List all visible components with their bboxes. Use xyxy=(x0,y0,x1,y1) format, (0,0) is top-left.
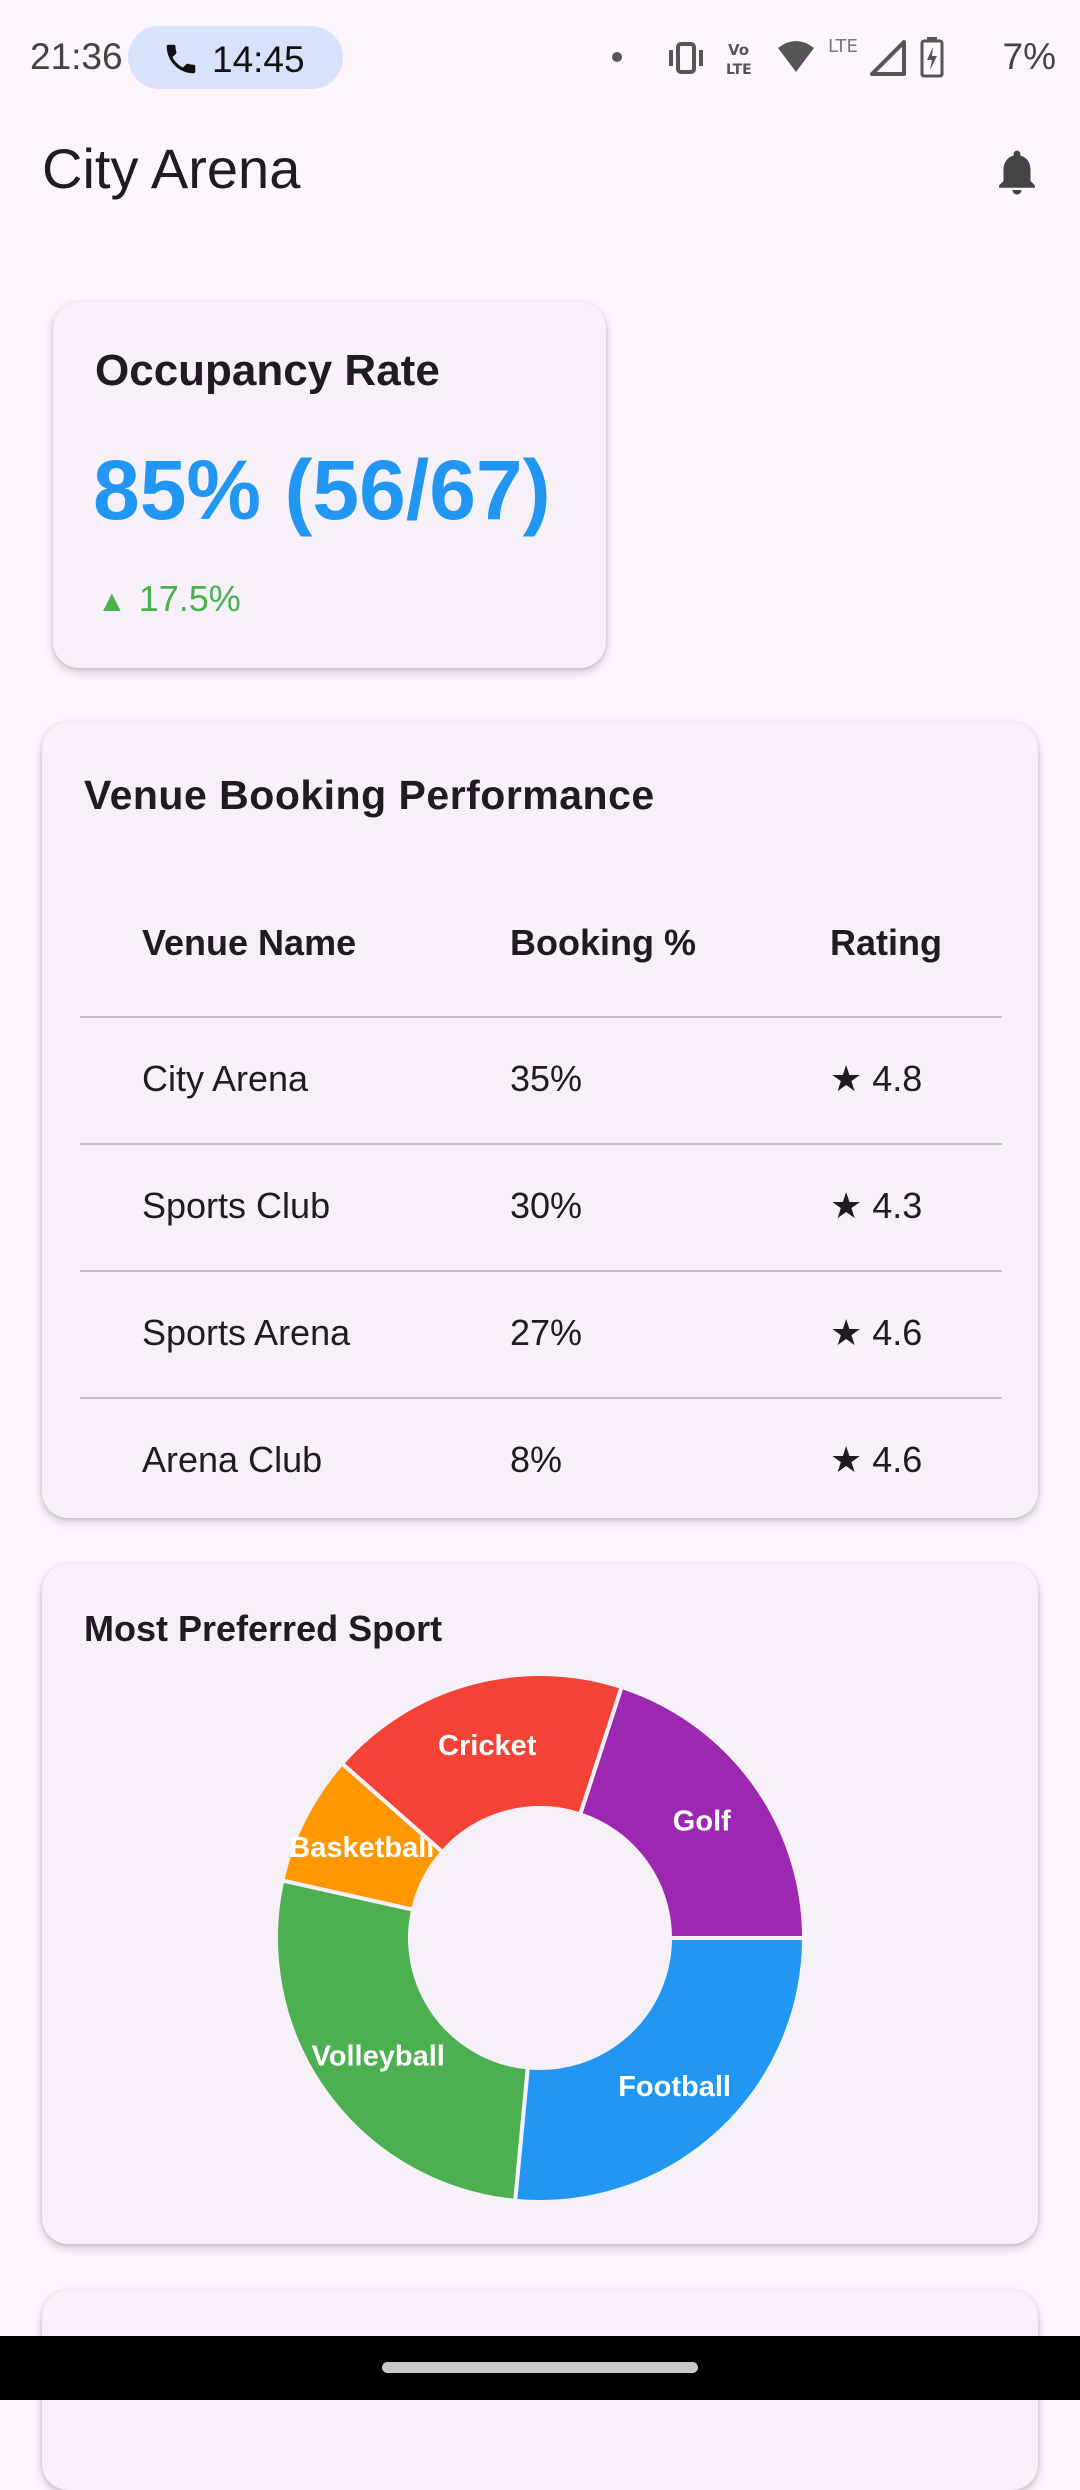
venue-name-cell: Sports Arena xyxy=(142,1312,351,1353)
rating-cell: ★ 4.3 xyxy=(830,1185,923,1226)
rating-cell: ★ 4.6 xyxy=(830,1312,923,1353)
svg-text:Vo: Vo xyxy=(728,41,749,59)
phone-icon xyxy=(166,44,196,74)
svg-text:LTE: LTE xyxy=(726,62,752,78)
notifications-button[interactable] xyxy=(990,144,1044,205)
status-bar: 21:36 14:45 Vo LTE LTE 7% xyxy=(0,0,1080,116)
slice-label-volleyball: Volleyball xyxy=(312,2041,445,2073)
trend-up-icon: ▲ xyxy=(97,585,127,618)
table-row: City Arena 35% ★ 4.8 xyxy=(80,1018,1002,1145)
bell-icon xyxy=(999,150,1035,195)
call-duration: 14:45 xyxy=(212,39,305,80)
lte-icon: LTE xyxy=(828,36,858,57)
ongoing-call-chip[interactable]: 14:45 xyxy=(128,26,343,89)
slice-label-golf: Golf xyxy=(673,1805,731,1837)
occupancy-value: 85% (56/67) xyxy=(93,443,551,537)
table-row: Arena Club 8% ★ 4.6 xyxy=(80,1399,1002,1524)
wifi-icon xyxy=(778,41,814,72)
rating-cell: ★ 4.6 xyxy=(830,1439,923,1480)
signal-icon xyxy=(870,40,906,76)
rating-cell: ★ 4.8 xyxy=(830,1058,923,1099)
occupancy-title: Occupancy Rate xyxy=(95,346,440,395)
booking-cell: 27% xyxy=(510,1312,583,1353)
booking-cell: 30% xyxy=(510,1185,583,1226)
table-header: Venue Name Booking % Rating xyxy=(80,872,1002,1018)
column-header-venue-name: Venue Name xyxy=(142,922,357,963)
notification-dot-icon xyxy=(612,52,622,62)
slice-label-football: Football xyxy=(618,2071,731,2103)
column-header-booking: Booking % xyxy=(510,922,696,963)
occupancy-trend: ▲ 17.5% xyxy=(97,578,241,620)
venue-performance-title: Venue Booking Performance xyxy=(84,772,655,818)
occupancy-card: Occupancy Rate 85% (56/67) ▲ 17.5% xyxy=(53,302,606,668)
battery-charging-icon xyxy=(920,37,944,78)
preferred-sport-card: Most Preferred Sport Golf Football Volleyb… xyxy=(42,1564,1038,2244)
table-row: Sports Arena 27% ★ 4.6 xyxy=(80,1272,1002,1399)
status-icons: Vo LTE LTE 7% xyxy=(612,28,1056,88)
slice-label-basketball: Basketball xyxy=(289,1832,434,1864)
table-row: Sports Club 30% ★ 4.3 xyxy=(80,1145,1002,1272)
preferred-sport-donut-chart: Golf Football Volleyball Basketball Cricket xyxy=(274,1672,807,2204)
status-time: 21:36 xyxy=(30,36,123,77)
battery-percent: 7% xyxy=(1002,36,1056,77)
occupancy-trend-value: 17.5% xyxy=(138,578,241,619)
volte-icon: Vo LTE xyxy=(726,41,752,78)
venue-name-cell: City Arena xyxy=(142,1058,309,1099)
venue-name-cell: Arena Club xyxy=(142,1439,323,1480)
svg-text:LTE: LTE xyxy=(828,36,858,57)
venue-table: Venue Name Booking % Rating City Arena 3… xyxy=(80,872,1002,1524)
venue-name-cell: Sports Club xyxy=(142,1185,331,1226)
app-title: City Arena xyxy=(42,137,301,200)
navigation-bar xyxy=(0,2336,1080,2400)
vibrate-icon xyxy=(669,42,703,74)
column-header-rating: Rating xyxy=(830,922,942,963)
booking-cell: 8% xyxy=(510,1439,563,1480)
slice-label-cricket: Cricket xyxy=(438,1730,537,1762)
home-gesture-handle[interactable] xyxy=(382,2362,698,2373)
venue-performance-card: Venue Booking Performance Venue Name Boo… xyxy=(42,722,1038,1518)
booking-cell: 35% xyxy=(510,1058,583,1099)
